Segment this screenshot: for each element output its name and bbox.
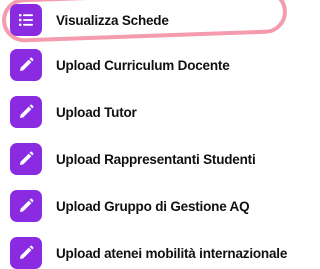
list-icon <box>10 4 42 36</box>
pencil-icon <box>10 190 42 222</box>
upload-menu: Visualizza Schede Upload Curriculum Doce… <box>0 0 301 269</box>
menu-item-upload-tutor[interactable]: Upload Tutor <box>10 92 300 132</box>
menu-item-visualizza-schede[interactable]: Visualizza Schede <box>10 0 300 40</box>
menu-item-upload-gruppo-gestione-aq[interactable]: Upload Gruppo di Gestione AQ <box>10 186 300 226</box>
menu-item-upload-curriculum-docente[interactable]: Upload Curriculum Docente <box>10 45 300 85</box>
menu-item-upload-rappresentanti-studenti[interactable]: Upload Rappresentanti Studenti <box>10 139 300 179</box>
menu-item-label: Upload Tutor <box>56 104 137 120</box>
pencil-icon <box>10 49 42 81</box>
menu-item-label: Upload atenei mobilità internazionale <box>56 245 288 261</box>
menu-item-label: Upload Gruppo di Gestione AQ <box>56 198 250 214</box>
menu-item-label: Upload Curriculum Docente <box>56 57 230 73</box>
menu-item-upload-atenei-mobilita[interactable]: Upload atenei mobilità internazionale <box>10 233 300 269</box>
pencil-icon <box>10 143 42 175</box>
menu-item-label: Visualizza Schede <box>56 12 169 28</box>
menu-item-label: Upload Rappresentanti Studenti <box>56 151 256 167</box>
pencil-icon <box>10 96 42 128</box>
pencil-icon <box>10 237 42 269</box>
